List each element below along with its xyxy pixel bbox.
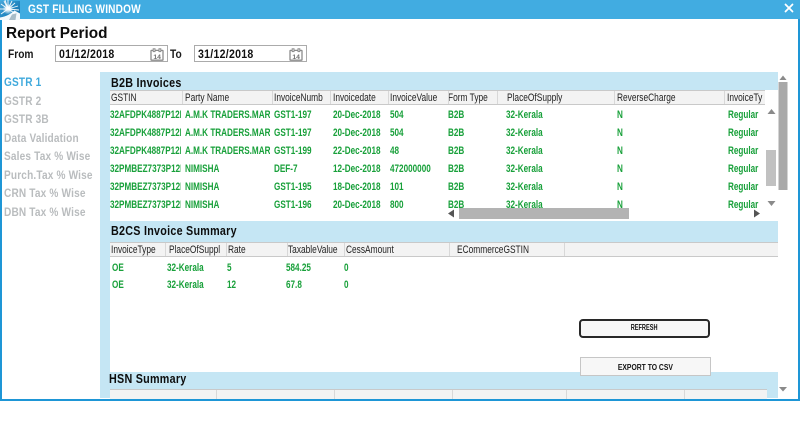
svg-text:14: 14 [153, 54, 161, 61]
svg-text:14: 14 [292, 54, 300, 61]
